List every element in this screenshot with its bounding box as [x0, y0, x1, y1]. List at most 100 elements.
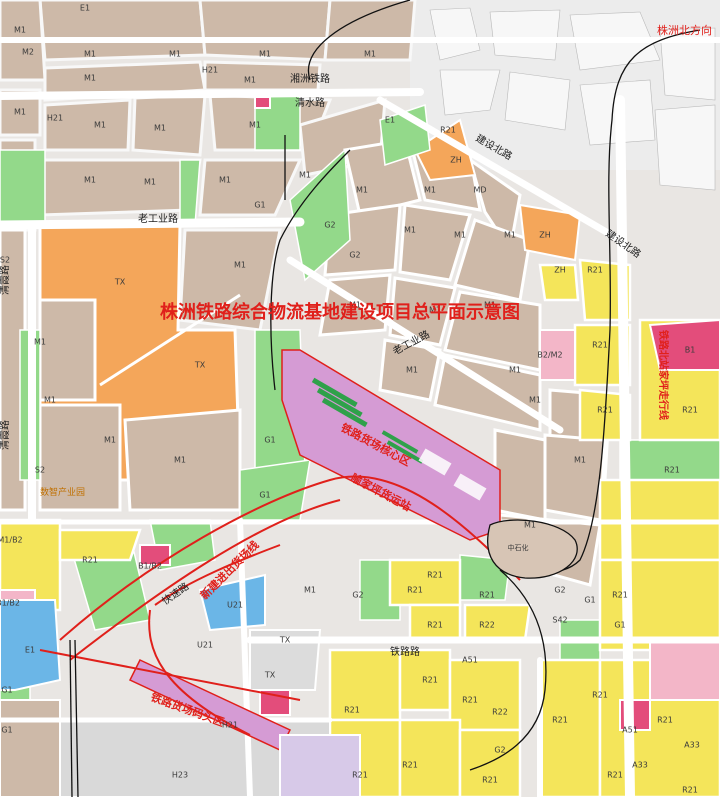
svg-text:S2: S2 — [0, 256, 10, 265]
svg-text:M1: M1 — [356, 186, 368, 195]
svg-text:R21: R21 — [422, 676, 438, 685]
svg-text:R21: R21 — [657, 716, 673, 725]
road-laogongye: 老工业路 — [138, 212, 178, 225]
svg-text:M1: M1 — [404, 226, 416, 235]
svg-text:G1: G1 — [254, 201, 265, 210]
svg-text:G1: G1 — [264, 436, 275, 445]
svg-text:M1: M1 — [529, 396, 541, 405]
svg-text:E1: E1 — [385, 116, 395, 125]
map-canvas: E1 M1 M1 M1 M1 M1 M2 H21 M1 M1 M1 M1 M1 … — [0, 0, 720, 797]
svg-text:B1/B2: B1/B2 — [0, 599, 20, 608]
svg-text:M1: M1 — [504, 231, 516, 240]
svg-text:M1: M1 — [424, 186, 436, 195]
svg-text:R22: R22 — [492, 708, 508, 717]
svg-text:H23: H23 — [172, 771, 188, 780]
svg-text:M1: M1 — [524, 521, 536, 530]
svg-text:ZH: ZH — [539, 231, 551, 240]
svg-text:G1: G1 — [584, 596, 595, 605]
svg-text:R21: R21 — [607, 771, 623, 780]
svg-text:M1: M1 — [14, 26, 26, 35]
svg-text:G1: G1 — [1, 686, 12, 695]
svg-text:R21: R21 — [587, 266, 603, 275]
svg-text:R21: R21 — [682, 406, 698, 415]
svg-text:G1: G1 — [259, 491, 270, 500]
svg-text:R21: R21 — [592, 691, 608, 700]
svg-text:G1: G1 — [614, 621, 625, 630]
svg-text:S2: S2 — [35, 466, 45, 475]
svg-text:G2: G2 — [349, 251, 360, 260]
svg-text:S42: S42 — [552, 616, 567, 625]
label-rail-right: 铁路北站家坪走行线 — [657, 330, 670, 420]
svg-text:H21: H21 — [47, 114, 63, 123]
svg-text:R21: R21 — [440, 126, 456, 135]
svg-text:R21: R21 — [592, 341, 608, 350]
svg-text:M1: M1 — [84, 176, 96, 185]
svg-text:R21: R21 — [664, 466, 680, 475]
svg-text:M1: M1 — [574, 456, 586, 465]
road-tielu: 铁路路 — [390, 645, 420, 658]
north-direction-label: 株洲北方向 — [657, 24, 712, 37]
svg-text:M1: M1 — [509, 366, 521, 375]
svg-text:M1: M1 — [364, 50, 376, 59]
svg-text:M1: M1 — [249, 121, 261, 130]
svg-text:M1: M1 — [154, 124, 166, 133]
svg-text:M1: M1 — [244, 76, 256, 85]
svg-text:R21: R21 — [82, 556, 98, 565]
svg-text:R21: R21 — [352, 771, 368, 780]
svg-text:B2/M2: B2/M2 — [537, 351, 562, 360]
svg-text:G2: G2 — [352, 591, 363, 600]
svg-text:R21: R21 — [462, 696, 478, 705]
svg-text:R21: R21 — [407, 586, 423, 595]
svg-text:ZH: ZH — [554, 266, 566, 275]
planning-map: E1 M1 M1 M1 M1 M1 M2 H21 M1 M1 M1 M1 M1 … — [0, 0, 720, 797]
svg-text:A33: A33 — [684, 741, 700, 750]
svg-text:G2: G2 — [494, 746, 505, 755]
svg-text:R21: R21 — [482, 776, 498, 785]
svg-text:B1/B2: B1/B2 — [138, 562, 162, 571]
svg-text:TX: TX — [279, 636, 291, 645]
svg-text:M1: M1 — [169, 50, 181, 59]
svg-text:R21: R21 — [344, 706, 360, 715]
svg-text:R21: R21 — [402, 761, 418, 770]
road-shuzhi: 数智产业园 — [40, 486, 85, 498]
svg-text:M1: M1 — [34, 338, 46, 347]
svg-text:A51: A51 — [462, 656, 478, 665]
svg-text:M1: M1 — [44, 396, 56, 405]
svg-text:M1: M1 — [234, 261, 246, 270]
svg-text:M1: M1 — [304, 586, 316, 595]
svg-text:R21: R21 — [682, 786, 698, 795]
svg-text:R21: R21 — [612, 591, 628, 600]
svg-text:H21: H21 — [222, 721, 238, 730]
svg-text:H21: H21 — [202, 66, 218, 75]
svg-text:M1: M1 — [299, 171, 311, 180]
svg-text:M1: M1 — [219, 176, 231, 185]
svg-text:TX: TX — [114, 278, 126, 287]
svg-text:G1: G1 — [1, 726, 12, 735]
svg-text:B1: B1 — [685, 346, 696, 355]
road-xiangzhou: 湘洲铁路 — [290, 72, 330, 85]
svg-text:M1: M1 — [174, 456, 186, 465]
svg-text:G2: G2 — [324, 221, 335, 230]
svg-text:U21: U21 — [227, 601, 243, 610]
road-qingxia-2: 清霞路 — [0, 420, 11, 450]
svg-text:MD: MD — [473, 186, 486, 195]
svg-text:R21: R21 — [427, 621, 443, 630]
svg-text:M1: M1 — [454, 231, 466, 240]
svg-text:中石化: 中石化 — [508, 543, 529, 552]
map-title: 株洲铁路综合物流基地建设项目总平面示意图 — [160, 301, 520, 323]
svg-text:M1: M1 — [406, 366, 418, 375]
svg-text:M1: M1 — [84, 50, 96, 59]
svg-text:ZH: ZH — [450, 156, 462, 165]
svg-text:M1: M1 — [259, 50, 271, 59]
svg-text:R21: R21 — [479, 591, 495, 600]
svg-text:M2: M2 — [22, 48, 34, 57]
svg-text:TX: TX — [194, 361, 206, 370]
svg-text:R21: R21 — [552, 716, 568, 725]
svg-text:A33: A33 — [632, 761, 648, 770]
svg-text:R21: R21 — [427, 571, 443, 580]
svg-text:M1: M1 — [104, 436, 116, 445]
svg-text:M1: M1 — [14, 108, 26, 117]
road-qingxia: 清霞路 — [0, 265, 11, 295]
svg-text:U21: U21 — [197, 641, 213, 650]
svg-text:M1/B2: M1/B2 — [0, 536, 23, 545]
